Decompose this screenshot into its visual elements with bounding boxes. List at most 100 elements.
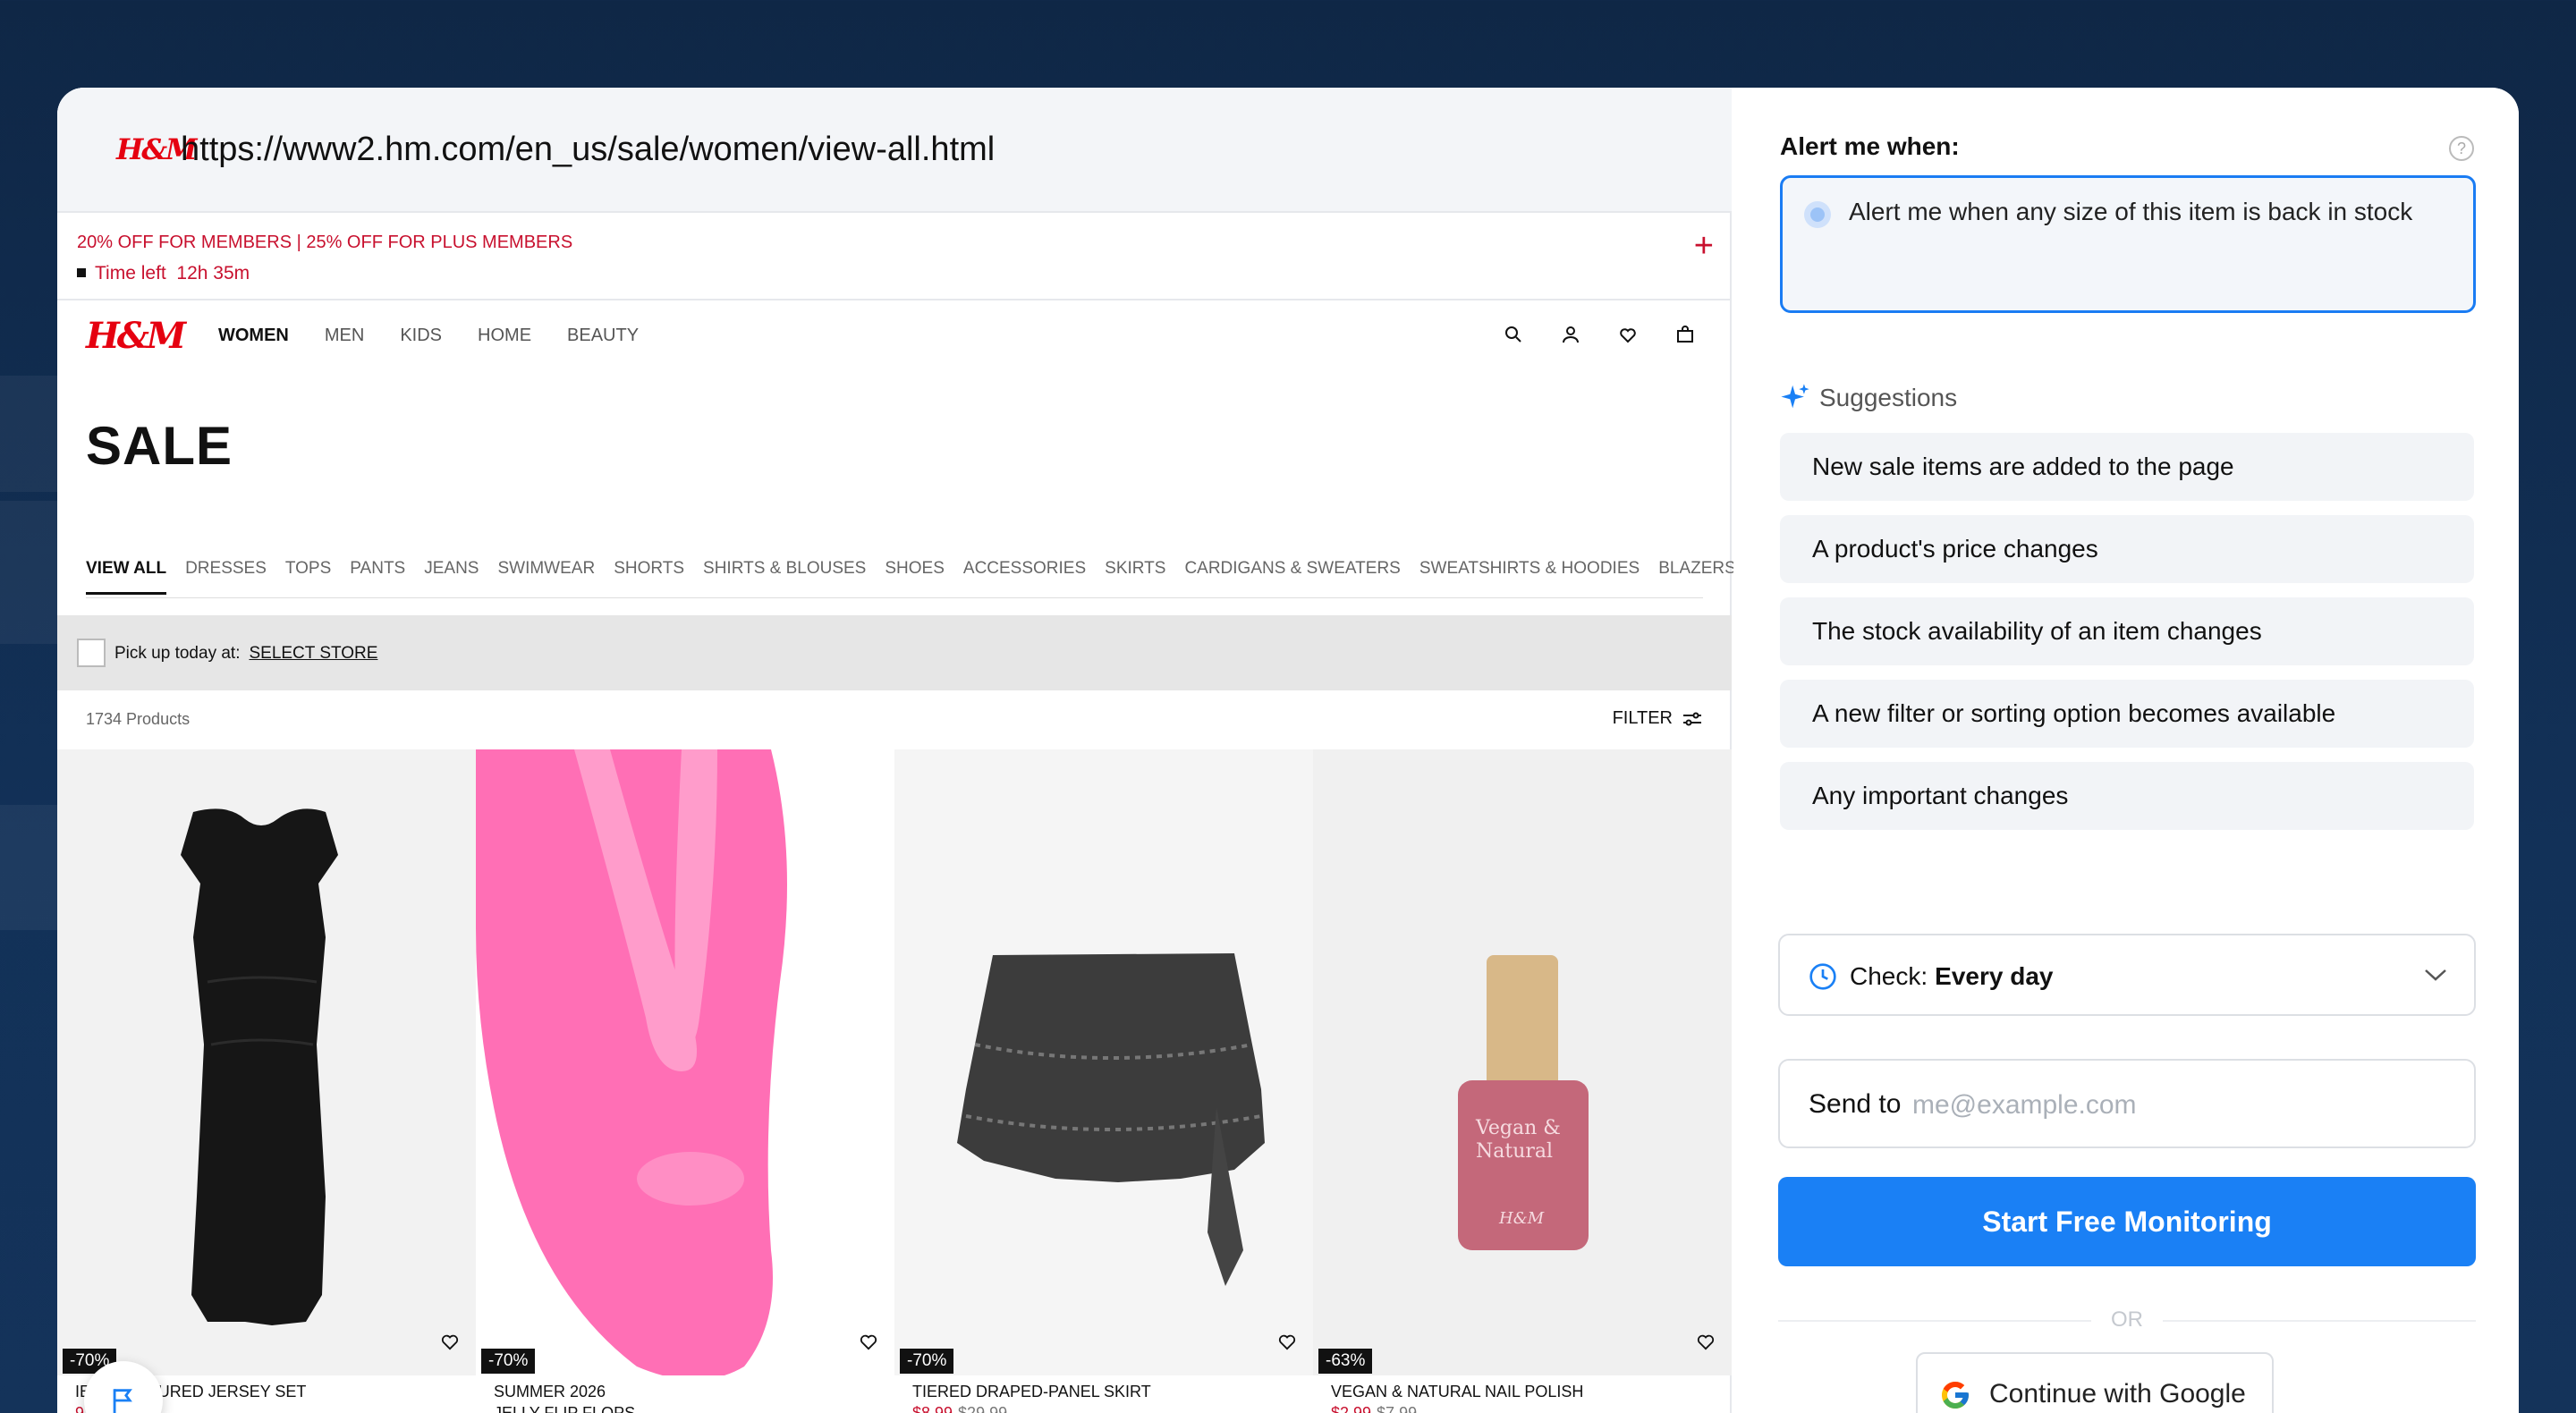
suggestion-item[interactable]: A product's price changes bbox=[1780, 515, 2474, 583]
email-input[interactable] bbox=[1912, 1084, 2449, 1127]
tab-accessories[interactable]: ACCESSORIES bbox=[963, 559, 1086, 579]
sparkle-icon bbox=[1781, 384, 1809, 409]
google-signin-button[interactable]: Continue with Google bbox=[1916, 1352, 2274, 1413]
tab-shorts[interactable]: SHORTS bbox=[614, 559, 684, 579]
chevron-down-icon bbox=[2425, 969, 2446, 981]
flag-icon bbox=[113, 1389, 132, 1413]
promo-text[interactable]: 20% OFF FOR MEMBERS | 25% OFF FOR PLUS M… bbox=[77, 233, 572, 253]
sale-price: $8.99 bbox=[912, 1404, 953, 1413]
alert-label: Alert me when: bbox=[1780, 132, 1960, 160]
favorite-heart-icon[interactable] bbox=[440, 1333, 460, 1350]
heart-icon[interactable] bbox=[1617, 324, 1639, 345]
suggestion-text: The stock availability of an item change… bbox=[1812, 617, 2262, 645]
suggestion-item[interactable]: Any important changes bbox=[1780, 762, 2474, 830]
filter-label: FILTER bbox=[1612, 708, 1673, 728]
alert-textarea[interactable]: Alert me when any size of this item is b… bbox=[1780, 175, 2476, 313]
favorite-heart-icon[interactable] bbox=[1696, 1333, 1716, 1350]
send-to-field[interactable]: Send to bbox=[1778, 1059, 2476, 1148]
suggestion-text: Any important changes bbox=[1812, 782, 2069, 809]
nav-link-kids[interactable]: KIDS bbox=[400, 326, 442, 346]
original-price: $7.99 bbox=[1377, 1404, 1418, 1413]
nav-links: WOMEN MEN KIDS HOME BEAUTY bbox=[218, 326, 674, 346]
suggestion-text: A product's price changes bbox=[1812, 535, 2098, 563]
promo-expand-button[interactable]: + bbox=[1694, 229, 1714, 263]
product-image-dress[interactable] bbox=[57, 749, 476, 1375]
original-price: $29.99 bbox=[958, 1404, 1008, 1413]
check-label-text: Check: bbox=[1850, 962, 1928, 990]
tab-blazers[interactable]: BLAZERS bbox=[1658, 559, 1736, 579]
start-monitoring-button[interactable]: Start Free Monitoring bbox=[1778, 1177, 2476, 1266]
filter-icon bbox=[1683, 712, 1701, 725]
product-image-skirt[interactable] bbox=[894, 749, 1313, 1375]
product-subtitle[interactable]: JELLY FLIP FLOPS bbox=[494, 1404, 635, 1413]
tab-tops[interactable]: TOPS bbox=[285, 559, 331, 579]
nav-link-beauty[interactable]: BEAUTY bbox=[567, 326, 639, 346]
discount-badge: -70% bbox=[481, 1349, 536, 1374]
product-card[interactable]: -70% IECE TEXTURED JERSEY SET 9.99 bbox=[57, 749, 476, 1413]
tab-jeans[interactable]: JEANS bbox=[424, 559, 479, 579]
product-image-flip-flop[interactable] bbox=[476, 749, 894, 1375]
favorite-heart-icon[interactable] bbox=[1277, 1333, 1297, 1350]
timer-value: 12h 35m bbox=[176, 263, 250, 283]
nav-link-home[interactable]: HOME bbox=[478, 326, 531, 346]
check-label: Check: Every day bbox=[1850, 962, 2053, 991]
hm-logo[interactable]: H&M bbox=[86, 315, 186, 357]
timer-label: Time left bbox=[95, 263, 166, 283]
suggestions-heading: Suggestions bbox=[1780, 383, 1957, 413]
tab-sweatshirts-hoodies[interactable]: SWEATSHIRTS & HOODIES bbox=[1419, 559, 1640, 579]
search-icon[interactable] bbox=[1503, 324, 1524, 345]
google-button-label: Continue with Google bbox=[1989, 1379, 2246, 1409]
product-name[interactable]: VEGAN & NATURAL NAIL POLISH bbox=[1331, 1383, 1583, 1401]
tab-shirts-blouses[interactable]: SHIRTS & BLOUSES bbox=[703, 559, 866, 579]
check-frequency-select[interactable]: Check: Every day bbox=[1778, 934, 2476, 1016]
help-icon[interactable]: ? bbox=[2449, 136, 2474, 161]
tab-pants[interactable]: PANTS bbox=[350, 559, 405, 579]
suggestion-item[interactable]: A new filter or sorting option becomes a… bbox=[1780, 680, 2474, 748]
product-card[interactable]: Vegan & Natural H&M -63% VEGAN & NATURAL… bbox=[1313, 749, 1732, 1413]
product-card[interactable]: -70% TIERED DRAPED-PANEL SKIRT $8.99 $29.… bbox=[894, 749, 1313, 1413]
product-price: $2.99 $7.99 bbox=[1331, 1404, 1417, 1413]
suggestion-text: A new filter or sorting option becomes a… bbox=[1812, 699, 2336, 727]
tab-shoes[interactable]: SHOES bbox=[885, 559, 945, 579]
nav-link-men[interactable]: MEN bbox=[325, 326, 364, 346]
product-card[interactable]: -70% SUMMER 2026 JELLY FLIP FLOPS bbox=[476, 749, 894, 1413]
site-nav: H&M WOMEN MEN KIDS HOME BEAUTY bbox=[57, 302, 1732, 383]
send-to-label: Send to bbox=[1809, 1089, 1902, 1119]
product-name[interactable]: TIERED DRAPED-PANEL SKIRT bbox=[912, 1383, 1151, 1401]
promo-banner: 20% OFF FOR MEMBERS | 25% OFF FOR PLUS M… bbox=[57, 215, 1732, 300]
pickup-text: Pick up today at: SELECT STORE bbox=[114, 644, 377, 664]
alert-text: Alert me when any size of this item is b… bbox=[1849, 198, 2413, 225]
bag-icon[interactable] bbox=[1674, 324, 1696, 345]
tabs-divider bbox=[86, 597, 1703, 598]
tab-cardigans-sweaters[interactable]: CARDIGANS & SWEATERS bbox=[1184, 559, 1400, 579]
pickup-label: Pick up today at: bbox=[114, 644, 241, 663]
tab-dresses[interactable]: DRESSES bbox=[185, 559, 267, 579]
product-image-nail-polish[interactable]: Vegan & Natural H&M bbox=[1313, 749, 1732, 1375]
nav-icons bbox=[1503, 324, 1696, 345]
product-name[interactable]: SUMMER 2026 bbox=[494, 1383, 606, 1401]
timer-bullet bbox=[77, 268, 86, 277]
discount-badge: -63% bbox=[1318, 1349, 1373, 1374]
url-bar: H&M https://www2.hm.com/en_us/sale/women… bbox=[57, 88, 1732, 213]
page-title: SALE bbox=[86, 416, 233, 476]
account-icon[interactable] bbox=[1560, 324, 1581, 345]
suggestion-item[interactable]: The stock availability of an item change… bbox=[1780, 597, 2474, 665]
filter-button[interactable]: FILTER bbox=[1613, 708, 1703, 729]
pickup-checkbox[interactable] bbox=[77, 639, 106, 667]
app-frame: H&M https://www2.hm.com/en_us/sale/women… bbox=[57, 88, 2519, 1413]
tab-swimwear[interactable]: SWIMWEAR bbox=[497, 559, 595, 579]
pickup-bar: Pick up today at: SELECT STORE bbox=[57, 615, 1732, 690]
tab-view-all[interactable]: VIEW ALL bbox=[86, 559, 166, 579]
select-store-link[interactable]: SELECT STORE bbox=[249, 644, 377, 663]
suggestion-item[interactable]: New sale items are added to the page bbox=[1780, 433, 2474, 501]
product-grid: -70% IECE TEXTURED JERSEY SET 9.99 -70% … bbox=[57, 749, 1732, 1413]
tab-skirts[interactable]: SKIRTS bbox=[1105, 559, 1165, 579]
google-icon bbox=[1942, 1382, 1969, 1409]
promo-timer: Time left 12h 35m bbox=[77, 263, 250, 284]
discount-badge: -70% bbox=[900, 1349, 954, 1374]
sale-price: $2.99 bbox=[1331, 1404, 1372, 1413]
nav-link-women[interactable]: WOMEN bbox=[218, 326, 289, 346]
favorite-heart-icon[interactable] bbox=[859, 1333, 878, 1350]
website-preview: H&M https://www2.hm.com/en_us/sale/women… bbox=[57, 88, 1736, 1413]
svg-text:Natural: Natural bbox=[1476, 1140, 1553, 1163]
